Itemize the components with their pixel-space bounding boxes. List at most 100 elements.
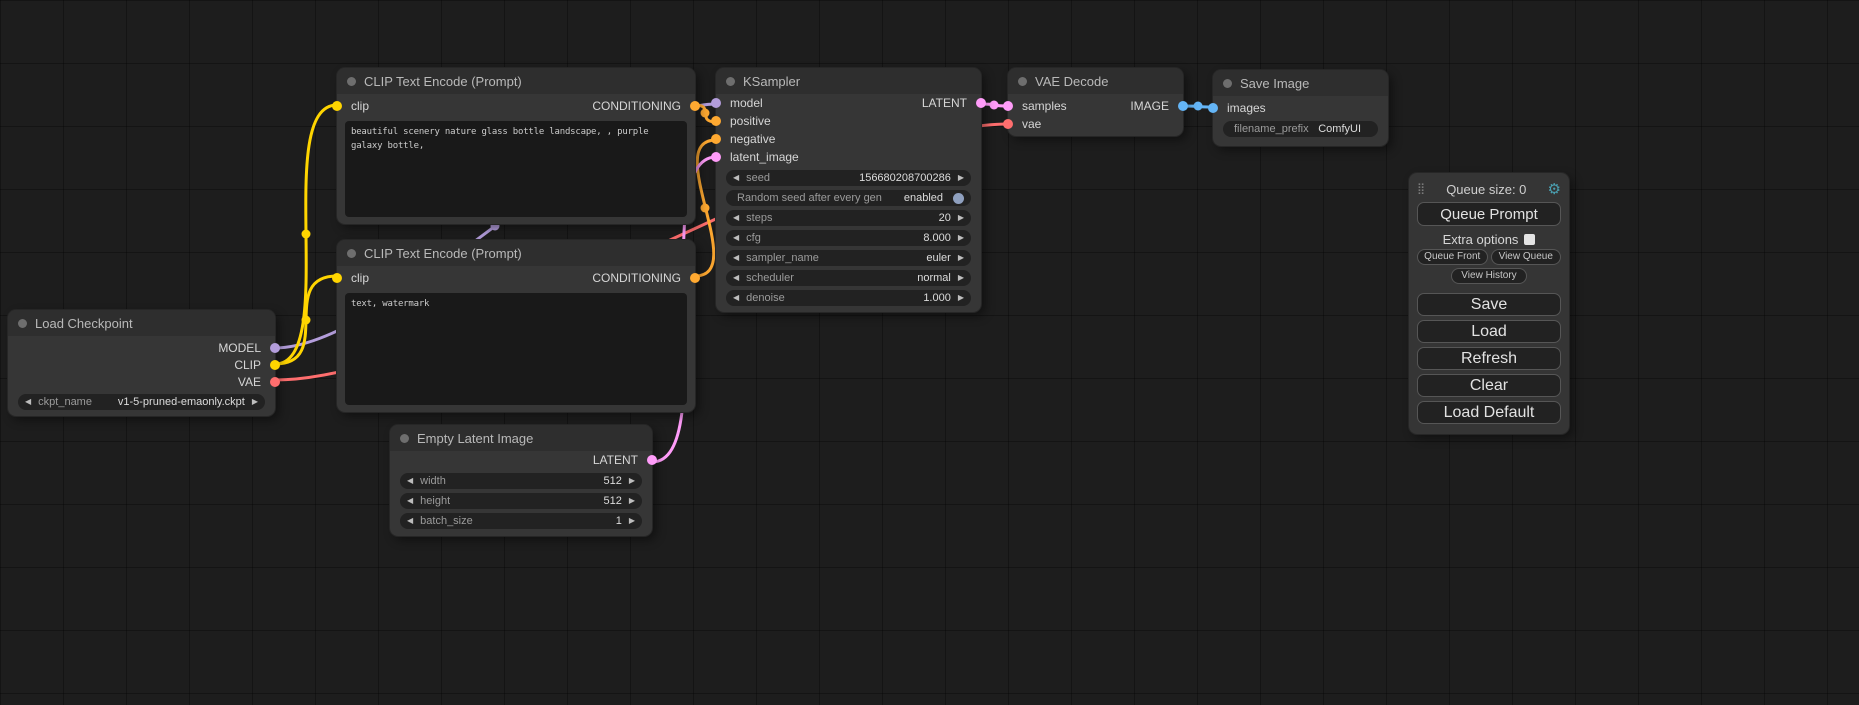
- output-slot-latent[interactable]: [647, 455, 657, 465]
- output-slot-conditioning[interactable]: [690, 101, 700, 111]
- widget-random-seed-toggle[interactable]: Random seed after every gen enabled: [726, 190, 971, 206]
- decrement-arrow-icon[interactable]: ◀: [733, 274, 739, 282]
- input-slot-label: vae: [1022, 117, 1041, 131]
- input-slot-vae[interactable]: [1003, 119, 1013, 129]
- decrement-arrow-icon[interactable]: ◀: [733, 294, 739, 302]
- output-slot-label: LATENT: [593, 453, 638, 467]
- widget-denoise[interactable]: ◀ denoise 1.000 ▶: [726, 290, 971, 306]
- increment-arrow-icon[interactable]: ▶: [958, 274, 964, 282]
- prompt-textarea[interactable]: text, watermark: [345, 293, 687, 405]
- widget-value: 1.000: [923, 290, 951, 306]
- collapse-dot-icon[interactable]: [18, 319, 27, 328]
- decrement-arrow-icon[interactable]: ◀: [407, 517, 413, 525]
- decrement-arrow-icon[interactable]: ◀: [407, 497, 413, 505]
- increment-arrow-icon[interactable]: ▶: [629, 517, 635, 525]
- widget-name: steps: [746, 210, 772, 226]
- node-titlebar[interactable]: Load Checkpoint: [8, 310, 275, 336]
- input-slot-positive[interactable]: [711, 116, 721, 126]
- widget-batch-size[interactable]: ◀ batch_size 1 ▶: [400, 513, 642, 529]
- decrement-arrow-icon[interactable]: ◀: [733, 234, 739, 242]
- input-slot-label: clip: [351, 99, 369, 113]
- increment-arrow-icon[interactable]: ▶: [252, 398, 258, 406]
- output-slot-vae[interactable]: [270, 377, 280, 387]
- prompt-textarea[interactable]: beautiful scenery nature glass bottle la…: [345, 121, 687, 217]
- collapse-dot-icon[interactable]: [347, 249, 356, 258]
- collapse-dot-icon[interactable]: [1223, 79, 1232, 88]
- input-slot-clip[interactable]: [332, 101, 342, 111]
- load-default-button[interactable]: Load Default: [1417, 401, 1561, 424]
- view-history-button[interactable]: View History: [1451, 268, 1527, 284]
- widget-sampler-name[interactable]: ◀ sampler_name euler ▶: [726, 250, 971, 266]
- node-titlebar[interactable]: CLIP Text Encode (Prompt): [337, 240, 695, 266]
- widget-ckpt-name[interactable]: ◀ ckpt_name v1-5-pruned-emaonly.ckpt ▶: [18, 394, 265, 410]
- node-titlebar[interactable]: VAE Decode: [1008, 68, 1183, 94]
- input-slot-model[interactable]: [711, 98, 721, 108]
- decrement-arrow-icon[interactable]: ◀: [733, 174, 739, 182]
- node-title: Save Image: [1240, 76, 1309, 91]
- decrement-arrow-icon[interactable]: ◀: [733, 254, 739, 262]
- output-slot-image[interactable]: [1178, 101, 1188, 111]
- collapse-dot-icon[interactable]: [400, 434, 409, 443]
- decrement-arrow-icon[interactable]: ◀: [407, 477, 413, 485]
- widget-name: ckpt_name: [38, 394, 92, 410]
- slot-row: LATENT: [390, 451, 652, 469]
- decrement-arrow-icon[interactable]: ◀: [733, 214, 739, 222]
- widget-steps[interactable]: ◀ steps 20 ▶: [726, 210, 971, 226]
- node-clip-text-encode-positive[interactable]: CLIP Text Encode (Prompt) clip CONDITION…: [337, 68, 695, 224]
- node-vae-decode[interactable]: VAE Decode samples IMAGE vae: [1008, 68, 1183, 136]
- increment-arrow-icon[interactable]: ▶: [958, 294, 964, 302]
- node-ksampler[interactable]: KSampler model LATENT positive negative …: [716, 68, 981, 312]
- input-slot-images[interactable]: [1208, 103, 1218, 113]
- increment-arrow-icon[interactable]: ▶: [629, 477, 635, 485]
- widget-filename-prefix[interactable]: filename_prefix ComfyUI: [1223, 121, 1378, 137]
- slot-row: CLIP: [8, 356, 275, 373]
- settings-gear-icon[interactable]: ⚙: [1548, 182, 1561, 197]
- widget-scheduler[interactable]: ◀ scheduler normal ▶: [726, 270, 971, 286]
- increment-arrow-icon[interactable]: ▶: [958, 254, 964, 262]
- slot-row: VAE: [8, 373, 275, 390]
- drag-handle-icon[interactable]: ⣿: [1417, 184, 1425, 195]
- node-load-checkpoint[interactable]: Load Checkpoint MODEL CLIP VAE ◀ ckpt_na…: [8, 310, 275, 416]
- widget-value: 156680208700286: [859, 170, 951, 186]
- node-titlebar[interactable]: Save Image: [1213, 70, 1388, 96]
- node-titlebar[interactable]: KSampler: [716, 68, 981, 94]
- increment-arrow-icon[interactable]: ▶: [958, 174, 964, 182]
- node-titlebar[interactable]: Empty Latent Image: [390, 425, 652, 451]
- widget-cfg[interactable]: ◀ cfg 8.000 ▶: [726, 230, 971, 246]
- node-empty-latent-image[interactable]: Empty Latent Image LATENT ◀ width 512 ▶ …: [390, 425, 652, 536]
- refresh-button[interactable]: Refresh: [1417, 347, 1561, 370]
- input-slot-clip[interactable]: [332, 273, 342, 283]
- collapse-dot-icon[interactable]: [1018, 77, 1027, 86]
- queue-prompt-button[interactable]: Queue Prompt: [1417, 202, 1561, 226]
- node-clip-text-encode-negative[interactable]: CLIP Text Encode (Prompt) clip CONDITION…: [337, 240, 695, 412]
- clear-button[interactable]: Clear: [1417, 374, 1561, 397]
- widget-seed[interactable]: ◀ seed 156680208700286 ▶: [726, 170, 971, 186]
- collapse-dot-icon[interactable]: [347, 77, 356, 86]
- output-slot-model[interactable]: [270, 343, 280, 353]
- increment-arrow-icon[interactable]: ▶: [958, 214, 964, 222]
- view-queue-button[interactable]: View Queue: [1491, 249, 1562, 265]
- slot-row: model LATENT: [716, 94, 981, 112]
- output-slot-label: IMAGE: [1130, 99, 1169, 113]
- input-slot-negative[interactable]: [711, 134, 721, 144]
- widget-width[interactable]: ◀ width 512 ▶: [400, 473, 642, 489]
- input-slot-latent-image[interactable]: [711, 152, 721, 162]
- node-title: CLIP Text Encode (Prompt): [364, 246, 522, 261]
- output-slot-latent[interactable]: [976, 98, 986, 108]
- output-slot-clip[interactable]: [270, 360, 280, 370]
- increment-arrow-icon[interactable]: ▶: [629, 497, 635, 505]
- save-button[interactable]: Save: [1417, 293, 1561, 316]
- node-save-image[interactable]: Save Image images filename_prefix ComfyU…: [1213, 70, 1388, 146]
- widget-height[interactable]: ◀ height 512 ▶: [400, 493, 642, 509]
- queue-front-button[interactable]: Queue Front: [1417, 249, 1488, 265]
- collapse-dot-icon[interactable]: [726, 77, 735, 86]
- extra-options-checkbox[interactable]: [1524, 234, 1535, 245]
- toggle-dot-icon[interactable]: [953, 193, 964, 204]
- input-slot-samples[interactable]: [1003, 101, 1013, 111]
- load-button[interactable]: Load: [1417, 320, 1561, 343]
- widget-value: ComfyUI: [1318, 121, 1361, 137]
- decrement-arrow-icon[interactable]: ◀: [25, 398, 31, 406]
- increment-arrow-icon[interactable]: ▶: [958, 234, 964, 242]
- output-slot-conditioning[interactable]: [690, 273, 700, 283]
- node-titlebar[interactable]: CLIP Text Encode (Prompt): [337, 68, 695, 94]
